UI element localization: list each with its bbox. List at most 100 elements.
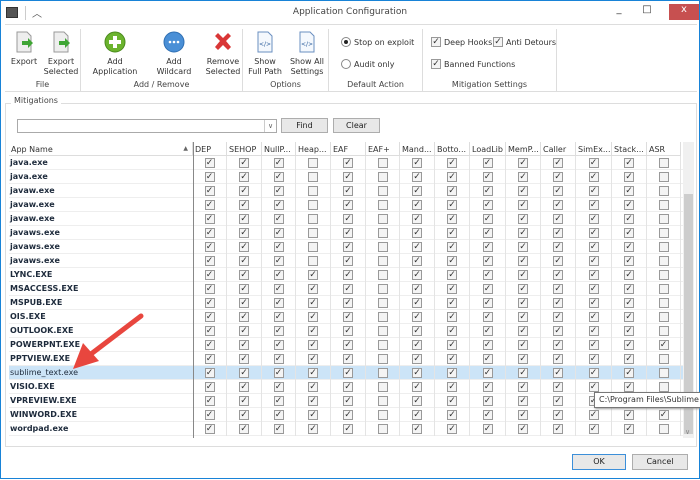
- checkbox-checked[interactable]: ✓: [447, 340, 457, 350]
- checkbox-checked[interactable]: ✓: [343, 396, 353, 406]
- checkbox-unchecked[interactable]: [658, 242, 669, 252]
- table-row[interactable]: wordpad.exe ✓ ✓ ✓ ✓ ✓ ✓ ✓ ✓ ✓ ✓ ✓ ✓: [9, 422, 683, 436]
- checkbox-checked[interactable]: ✓: [482, 368, 493, 378]
- checkbox-checked[interactable]: ✓: [273, 172, 284, 182]
- checkbox-checked[interactable]: ✓: [204, 326, 215, 336]
- table-row[interactable]: LYNC.EXE ✓ ✓ ✓ ✓ ✓ ✓ ✓ ✓ ✓ ✓ ✓ ✓: [9, 268, 683, 282]
- checkbox-checked[interactable]: ✓: [343, 368, 353, 378]
- checkbox-unchecked[interactable]: [377, 242, 388, 252]
- radio-selected[interactable]: [341, 37, 351, 47]
- checkbox-checked[interactable]: ✓: [239, 158, 249, 168]
- column-header[interactable]: Mand...: [400, 142, 435, 156]
- checkbox-checked[interactable]: ✓: [343, 242, 353, 252]
- checkbox-checked[interactable]: ✓: [308, 270, 318, 280]
- checkbox-checked[interactable]: ✓: [308, 354, 318, 364]
- checkbox-checked[interactable]: ✓: [204, 228, 215, 238]
- checkbox-checked[interactable]: ✓: [343, 326, 353, 336]
- clear-button[interactable]: Clear: [333, 118, 380, 133]
- checkbox-checked[interactable]: ✓: [624, 284, 634, 294]
- checkbox-checked[interactable]: ✓: [553, 382, 563, 392]
- checkbox-checked[interactable]: ✓: [624, 270, 634, 280]
- checkbox-unchecked[interactable]: [658, 186, 669, 196]
- table-row[interactable]: VPREVIEW.EXE✓✓✓✓✓✓✓✓✓✓✓✓: [9, 394, 683, 408]
- checkbox-checked[interactable]: ✓: [412, 172, 422, 182]
- checkbox-unchecked[interactable]: [377, 424, 388, 434]
- checkbox-checked[interactable]: ✓: [412, 298, 422, 308]
- checkbox-checked[interactable]: ✓: [518, 382, 528, 392]
- checkbox-checked[interactable]: ✓: [204, 424, 215, 434]
- checkbox-checked[interactable]: ✓: [518, 158, 528, 168]
- stop-on-exploit-radio[interactable]: Stop on exploit: [341, 37, 414, 47]
- checkbox-checked[interactable]: ✓: [553, 424, 563, 434]
- checkbox-checked[interactable]: ✓: [624, 158, 634, 168]
- checkbox-checked[interactable]: ✓: [518, 214, 528, 224]
- checkbox-checked[interactable]: ✓: [482, 382, 493, 392]
- table-row[interactable]: java.exe ✓ ✓ ✓ ✓ ✓ ✓ ✓ ✓ ✓ ✓ ✓: [9, 156, 683, 170]
- checkbox-checked[interactable]: ✓: [239, 242, 249, 252]
- checkbox-checked[interactable]: ✓: [447, 186, 457, 196]
- checkbox-checked[interactable]: ✓: [482, 326, 493, 336]
- checkbox-checked[interactable]: ✓: [553, 312, 563, 322]
- checkbox-checked[interactable]: ✓: [482, 270, 493, 280]
- checkbox-checked[interactable]: ✓: [482, 424, 493, 434]
- checkbox-checked[interactable]: ✓: [588, 410, 599, 420]
- checkbox-checked[interactable]: ✓: [447, 172, 457, 182]
- show-full-path-button[interactable]: </> Show Full Path: [247, 31, 283, 77]
- checkbox-checked[interactable]: ✓: [412, 270, 422, 280]
- deep-hooks-checkbox[interactable]: ✓ Deep Hooks: [431, 37, 492, 47]
- column-header[interactable]: SEHOP: [227, 142, 262, 156]
- checkbox-checked[interactable]: ✓: [343, 354, 353, 364]
- checkbox-unchecked[interactable]: [308, 242, 318, 252]
- ok-button[interactable]: OK: [572, 454, 626, 470]
- checkbox-checked[interactable]: ✓: [204, 312, 215, 322]
- checkbox-checked[interactable]: ✓: [588, 326, 599, 336]
- add-application-button[interactable]: Add Application: [85, 31, 145, 77]
- checkbox-checked[interactable]: ✓: [624, 368, 634, 378]
- checkbox-checked[interactable]: ✓: [343, 298, 353, 308]
- checkbox-unchecked[interactable]: [658, 326, 669, 336]
- checkbox-unchecked[interactable]: [658, 214, 669, 224]
- anti-detours-checkbox[interactable]: ✓ Anti Detours: [493, 37, 556, 47]
- checkbox-checked[interactable]: ✓: [624, 354, 634, 364]
- checkbox-checked[interactable]: ✓: [588, 424, 599, 434]
- checkbox-checked[interactable]: ✓: [273, 270, 284, 280]
- checkbox-checked[interactable]: ✓: [588, 214, 599, 224]
- checkbox-checked[interactable]: ✓: [624, 200, 634, 210]
- checkbox-checked[interactable]: ✓: [308, 298, 318, 308]
- checkbox-checked[interactable]: ✓: [412, 354, 422, 364]
- checkbox-checked[interactable]: ✓: [588, 312, 599, 322]
- table-row[interactable]: OUTLOOK.EXE ✓ ✓ ✓ ✓ ✓ ✓ ✓ ✓ ✓ ✓ ✓ ✓: [9, 324, 683, 338]
- checkbox-checked[interactable]: ✓: [239, 298, 249, 308]
- checkbox-checked[interactable]: ✓: [447, 396, 457, 406]
- checkbox-unchecked[interactable]: [377, 326, 388, 336]
- checkbox-checked[interactable]: ✓: [412, 340, 422, 350]
- table-row[interactable]: MSACCESS.EXE ✓ ✓ ✓ ✓ ✓ ✓ ✓ ✓ ✓ ✓ ✓ ✓: [9, 282, 683, 296]
- checkbox-unchecked[interactable]: [377, 382, 388, 392]
- checkbox-checked[interactable]: ✓: [588, 368, 599, 378]
- checkbox-checked[interactable]: ✓: [482, 410, 493, 420]
- checkbox-checked[interactable]: ✓: [273, 368, 284, 378]
- checkbox-checked[interactable]: ✓: [624, 424, 634, 434]
- checkbox-unchecked[interactable]: [308, 158, 318, 168]
- checkbox-checked[interactable]: ✓: [308, 284, 318, 294]
- checkbox-checked[interactable]: ✓: [204, 284, 215, 294]
- chevron-down-icon[interactable]: ∨: [264, 120, 276, 132]
- checkbox-checked[interactable]: ✓: [412, 382, 422, 392]
- column-header[interactable]: Stack...: [612, 142, 647, 156]
- checkbox-checked[interactable]: ✓: [518, 326, 528, 336]
- column-header[interactable]: EAF+: [366, 142, 400, 156]
- table-row[interactable]: javaws.exe ✓ ✓ ✓ ✓ ✓ ✓ ✓ ✓ ✓ ✓ ✓: [9, 240, 683, 254]
- checkbox-checked[interactable]: ✓: [447, 312, 457, 322]
- checkbox-checked[interactable]: ✓: [343, 410, 353, 420]
- checkbox-unchecked[interactable]: [377, 298, 388, 308]
- checkbox-checked[interactable]: ✓: [447, 284, 457, 294]
- cancel-button[interactable]: Cancel: [632, 454, 688, 470]
- checkbox-checked[interactable]: ✓: [239, 396, 249, 406]
- checkbox-checked[interactable]: ✓: [308, 368, 318, 378]
- checkbox-checked[interactable]: ✓: [343, 340, 353, 350]
- checkbox-unchecked[interactable]: [658, 256, 669, 266]
- checkbox-checked[interactable]: ✓: [343, 270, 353, 280]
- checkbox-unchecked[interactable]: [377, 256, 388, 266]
- checkbox-checked[interactable]: ✓: [308, 424, 318, 434]
- checkbox-checked[interactable]: ✓: [624, 410, 634, 420]
